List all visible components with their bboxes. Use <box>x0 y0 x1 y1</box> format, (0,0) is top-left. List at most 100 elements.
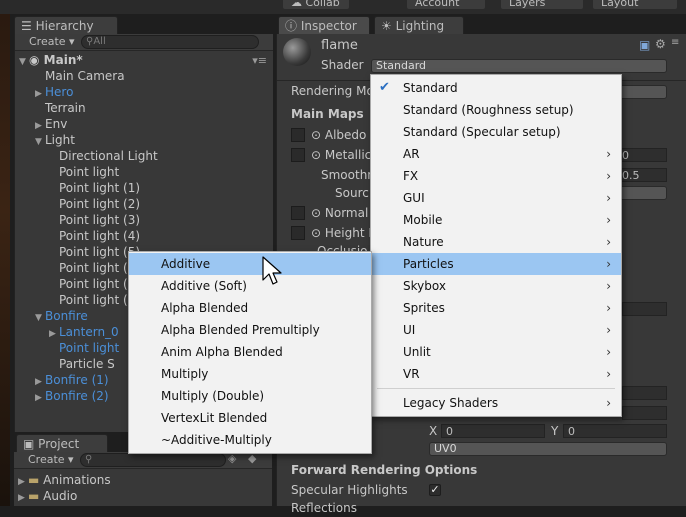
menu-item-alpha-blended[interactable]: Alpha Blended <box>129 297 371 319</box>
tab-project[interactable]: ▣ Project <box>16 434 108 452</box>
hierarchy-item[interactable]: Point light (1) <box>59 180 140 196</box>
menu-item-multiply[interactable]: Multiply <box>129 363 371 385</box>
cloud-icon: ☁ <box>291 0 302 9</box>
offset-y-field[interactable]: 0 <box>563 424 667 438</box>
context-menu-icon[interactable]: ≡ <box>671 37 679 48</box>
menu-item-vr[interactable]: VR › <box>371 363 621 385</box>
chevron-right-icon: › <box>606 213 611 227</box>
hierarchy-item[interactable]: Point light <box>59 164 119 180</box>
folder-icon: ▣ <box>23 437 35 451</box>
hierarchy-item[interactable]: Point light (2) <box>59 196 140 212</box>
value-field[interactable] <box>622 302 667 316</box>
height-map-label: ⊙ Height M <box>311 226 379 240</box>
chevron-right-icon: › <box>606 279 611 293</box>
chevron-right-icon: › <box>606 169 611 183</box>
hierarchy-item[interactable]: Main Camera <box>45 68 125 84</box>
smoothness-value-field[interactable]: 0.5 <box>617 168 667 182</box>
tab-hierarchy[interactable]: ☰ Hierarchy <box>14 16 118 34</box>
project-folder[interactable]: ▶ ▬ Animations <box>18 472 111 488</box>
hierarchy-search-input[interactable]: ⚲All <box>81 35 259 49</box>
hierarchy-item[interactable]: Point light (3) <box>59 212 140 228</box>
gear-icon[interactable]: ⚙ <box>655 37 666 51</box>
value-field[interactable] <box>622 406 667 420</box>
menu-item-skybox[interactable]: Skybox › <box>371 275 621 297</box>
collapsed-triangle-icon[interactable]: ▶ <box>35 390 45 406</box>
menu-item-multiply-double[interactable]: Multiply (Double) <box>129 385 371 407</box>
menu-item-ui[interactable]: UI › <box>371 319 621 341</box>
hierarchy-item[interactable]: ▶ Bonfire (1) <box>35 372 109 388</box>
menu-item-nature[interactable]: Nature › <box>371 231 621 253</box>
menu-item-additive[interactable]: Additive <box>129 253 371 275</box>
hierarchy-item[interactable]: ▶ Bonfire (2) <box>35 388 109 404</box>
checkmark-icon: ✔ <box>379 80 390 95</box>
expand-triangle-icon[interactable]: ▼ <box>35 310 45 326</box>
menu-item-anim-alpha-blended[interactable]: Anim Alpha Blended <box>129 341 371 363</box>
menu-item-standard[interactable]: ✔ Standard <box>371 77 621 99</box>
project-folder[interactable]: ▶ ▬ Audio <box>18 488 77 504</box>
tab-inspector[interactable]: ⓘ Inspector <box>278 16 370 34</box>
hierarchy-item[interactable]: Point light (4) <box>59 228 140 244</box>
hierarchy-item[interactable]: ▶ Lantern_0 <box>49 324 119 340</box>
project-create-dropdown[interactable]: Create ▾ <box>24 453 74 467</box>
menu-item-vertexlit-blended[interactable]: VertexLit Blended <box>129 407 371 429</box>
hierarchy-item[interactable]: ▼ Bonfire <box>35 308 88 324</box>
collapsed-triangle-icon[interactable]: ▶ <box>18 490 28 506</box>
tab-lighting[interactable]: ☀ Lighting <box>374 16 464 34</box>
chevron-right-icon: › <box>606 191 611 205</box>
menu-item-additive-multiply[interactable]: ~Additive-Multiply <box>129 429 371 451</box>
menu-item-standard-roughness[interactable]: Standard (Roughness setup) <box>371 99 621 121</box>
account-button[interactable]: Account <box>406 0 486 10</box>
menu-item-legacy-shaders[interactable]: Legacy Shaders › <box>371 392 621 414</box>
metallic-value-field[interactable]: 0 <box>617 148 667 162</box>
menu-item-fx[interactable]: FX › <box>371 165 621 187</box>
book-icon[interactable]: ▣ <box>639 38 650 52</box>
mouse-cursor-icon <box>262 256 282 285</box>
material-name: flame <box>321 38 358 53</box>
specular-highlights-checkbox[interactable]: ✓ <box>429 484 441 496</box>
menu-item-unlit[interactable]: Unlit › <box>371 341 621 363</box>
menu-item-additive-soft[interactable]: Additive (Soft) <box>129 275 371 297</box>
menu-item-particles[interactable]: Particles › <box>371 253 621 275</box>
menu-item-alpha-blended-premultiply[interactable]: Alpha Blended Premultiply <box>129 319 371 341</box>
scene-menu-icon[interactable]: ▾≡ <box>252 54 267 67</box>
offset-x-field[interactable]: 0 <box>441 424 545 438</box>
rendering-mode-label: Rendering Mo <box>291 84 374 98</box>
menu-item-gui[interactable]: GUI › <box>371 187 621 209</box>
collapsed-triangle-icon[interactable]: ▶ <box>49 326 59 342</box>
shader-label: Shader <box>321 58 364 72</box>
menu-item-mobile[interactable]: Mobile › <box>371 209 621 231</box>
collapsed-triangle-icon[interactable]: ▶ <box>35 86 45 102</box>
hierarchy-item[interactable]: Particle S <box>59 356 115 372</box>
source-dropdown[interactable] <box>617 186 667 200</box>
layout-dropdown[interactable]: Layout <box>592 0 678 10</box>
uv-set-dropdown[interactable]: UV0 <box>429 442 667 456</box>
expand-triangle-icon[interactable]: ▼ <box>19 54 29 70</box>
hierarchy-item[interactable]: ▶ Env <box>35 116 67 132</box>
hierarchy-item[interactable]: ▼ Light <box>35 132 75 148</box>
collab-button[interactable]: ☁ Collab <box>282 0 350 10</box>
menu-item-standard-specular[interactable]: Standard (Specular setup) <box>371 121 621 143</box>
shader-dropdown[interactable]: Standard <box>371 59 667 73</box>
hierarchy-item[interactable]: Directional Light <box>59 148 158 164</box>
hierarchy-item[interactable]: ▶ Hero <box>35 84 73 100</box>
height-map-texture-slot[interactable] <box>291 226 305 240</box>
info-icon: ⓘ <box>285 19 298 33</box>
folder-icon: ▬ <box>28 489 40 503</box>
albedo-texture-slot[interactable] <box>291 128 305 142</box>
hierarchy-item[interactable]: Point light <box>59 340 119 356</box>
layers-dropdown[interactable]: Layers <box>500 0 584 10</box>
menu-item-ar[interactable]: AR › <box>371 143 621 165</box>
scene-root[interactable]: ▼ ◉ Main* <box>19 52 83 68</box>
hierarchy-create-dropdown[interactable]: Create ▾ <box>25 35 75 49</box>
normal-map-texture-slot[interactable] <box>291 206 305 220</box>
hierarchy-item[interactable]: Terrain <box>45 100 86 116</box>
metallic-texture-slot[interactable] <box>291 148 305 162</box>
lighting-icon: ☀ <box>381 19 392 33</box>
smoothness-label: Smoothn <box>321 168 375 182</box>
project-search-input[interactable]: ⚲ <box>80 453 226 467</box>
value-field[interactable] <box>622 386 667 400</box>
menu-item-sprites[interactable]: Sprites › <box>371 297 621 319</box>
offset-x-label: X <box>429 424 438 438</box>
source-label: Sourc <box>335 186 369 200</box>
expand-triangle-icon[interactable]: ▼ <box>35 134 45 150</box>
